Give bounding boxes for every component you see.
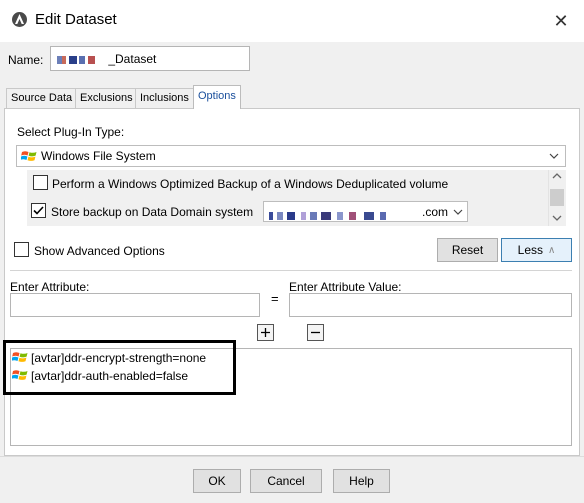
collapse-arrow-icon: ∧ [548,244,556,256]
attribute-label: Enter Attribute: [10,280,90,294]
checkmark-icon [33,206,44,215]
plugin-selected-value: Windows File System [41,149,156,163]
redacted-host [269,208,386,222]
attribute-input[interactable] [10,293,260,317]
window-title: Edit Dataset [35,11,117,28]
help-button-label: Help [349,474,374,488]
data-domain-host-select[interactable]: .com [263,201,468,222]
reset-button-label: Reset [451,243,484,257]
reset-button[interactable]: Reset [437,238,498,262]
data-domain-host-suffix: .com [422,205,449,219]
show-advanced-options-checkbox[interactable] [14,242,29,257]
chevron-down-icon [453,209,463,215]
data-domain-checkbox[interactable] [31,203,46,218]
ok-button[interactable]: OK [193,469,241,493]
windows-optimized-backup-checkbox[interactable] [33,175,48,190]
less-button-label: Less [517,243,544,257]
scroll-down-arrow-icon[interactable] [551,213,563,223]
cancel-button[interactable]: Cancel [250,469,322,493]
attribute-text: [avtar]ddr-encrypt-strength=none [31,351,207,365]
close-button[interactable]: ✕ [546,6,576,36]
name-label: Name: [8,53,44,67]
plus-icon [261,328,270,337]
divider [10,270,572,271]
windows-logo-icon [12,370,28,380]
tab-options[interactable]: Options [193,85,241,109]
close-icon: ✕ [553,11,569,31]
tab-exclusions[interactable]: Exclusions [75,88,138,108]
windows-logo-icon [12,352,28,362]
tab-inclusions[interactable]: Inclusions [135,88,194,108]
scroll-up-arrow-icon[interactable] [551,171,563,181]
chevron-down-icon [549,153,559,159]
attribute-value-input[interactable] [289,293,572,317]
add-attribute-button[interactable] [257,324,274,341]
less-button[interactable]: Less ∧ [501,238,572,262]
minus-icon [311,331,320,334]
plugin-type-label: Select Plug-In Type: [17,125,125,139]
name-value-suffix: _Dataset [108,52,157,66]
show-advanced-options-label: Show Advanced Options [34,244,165,258]
equals-sign: = [271,291,279,306]
tab-source-data[interactable]: Source Data [6,88,78,108]
attribute-text: [avtar]ddr-auth-enabled=false [31,369,189,383]
avamar-app-icon [11,11,28,28]
remove-attribute-button[interactable] [307,324,324,341]
ok-button-label: OK [208,474,226,488]
data-domain-label: Store backup on Data Domain system [51,205,254,219]
windows-optimized-backup-label: Perform a Windows Optimized Backup of a … [52,177,449,191]
name-field[interactable]: _Dataset [50,46,250,71]
help-button[interactable]: Help [333,469,390,493]
scrollbar-thumb[interactable] [550,189,564,206]
redacted-name-prefix [57,52,108,66]
plugin-type-select[interactable]: Windows File System [16,145,566,167]
windows-logo-icon [21,151,37,161]
attribute-value-label: Enter Attribute Value: [289,280,402,294]
cancel-button-label: Cancel [267,474,305,488]
